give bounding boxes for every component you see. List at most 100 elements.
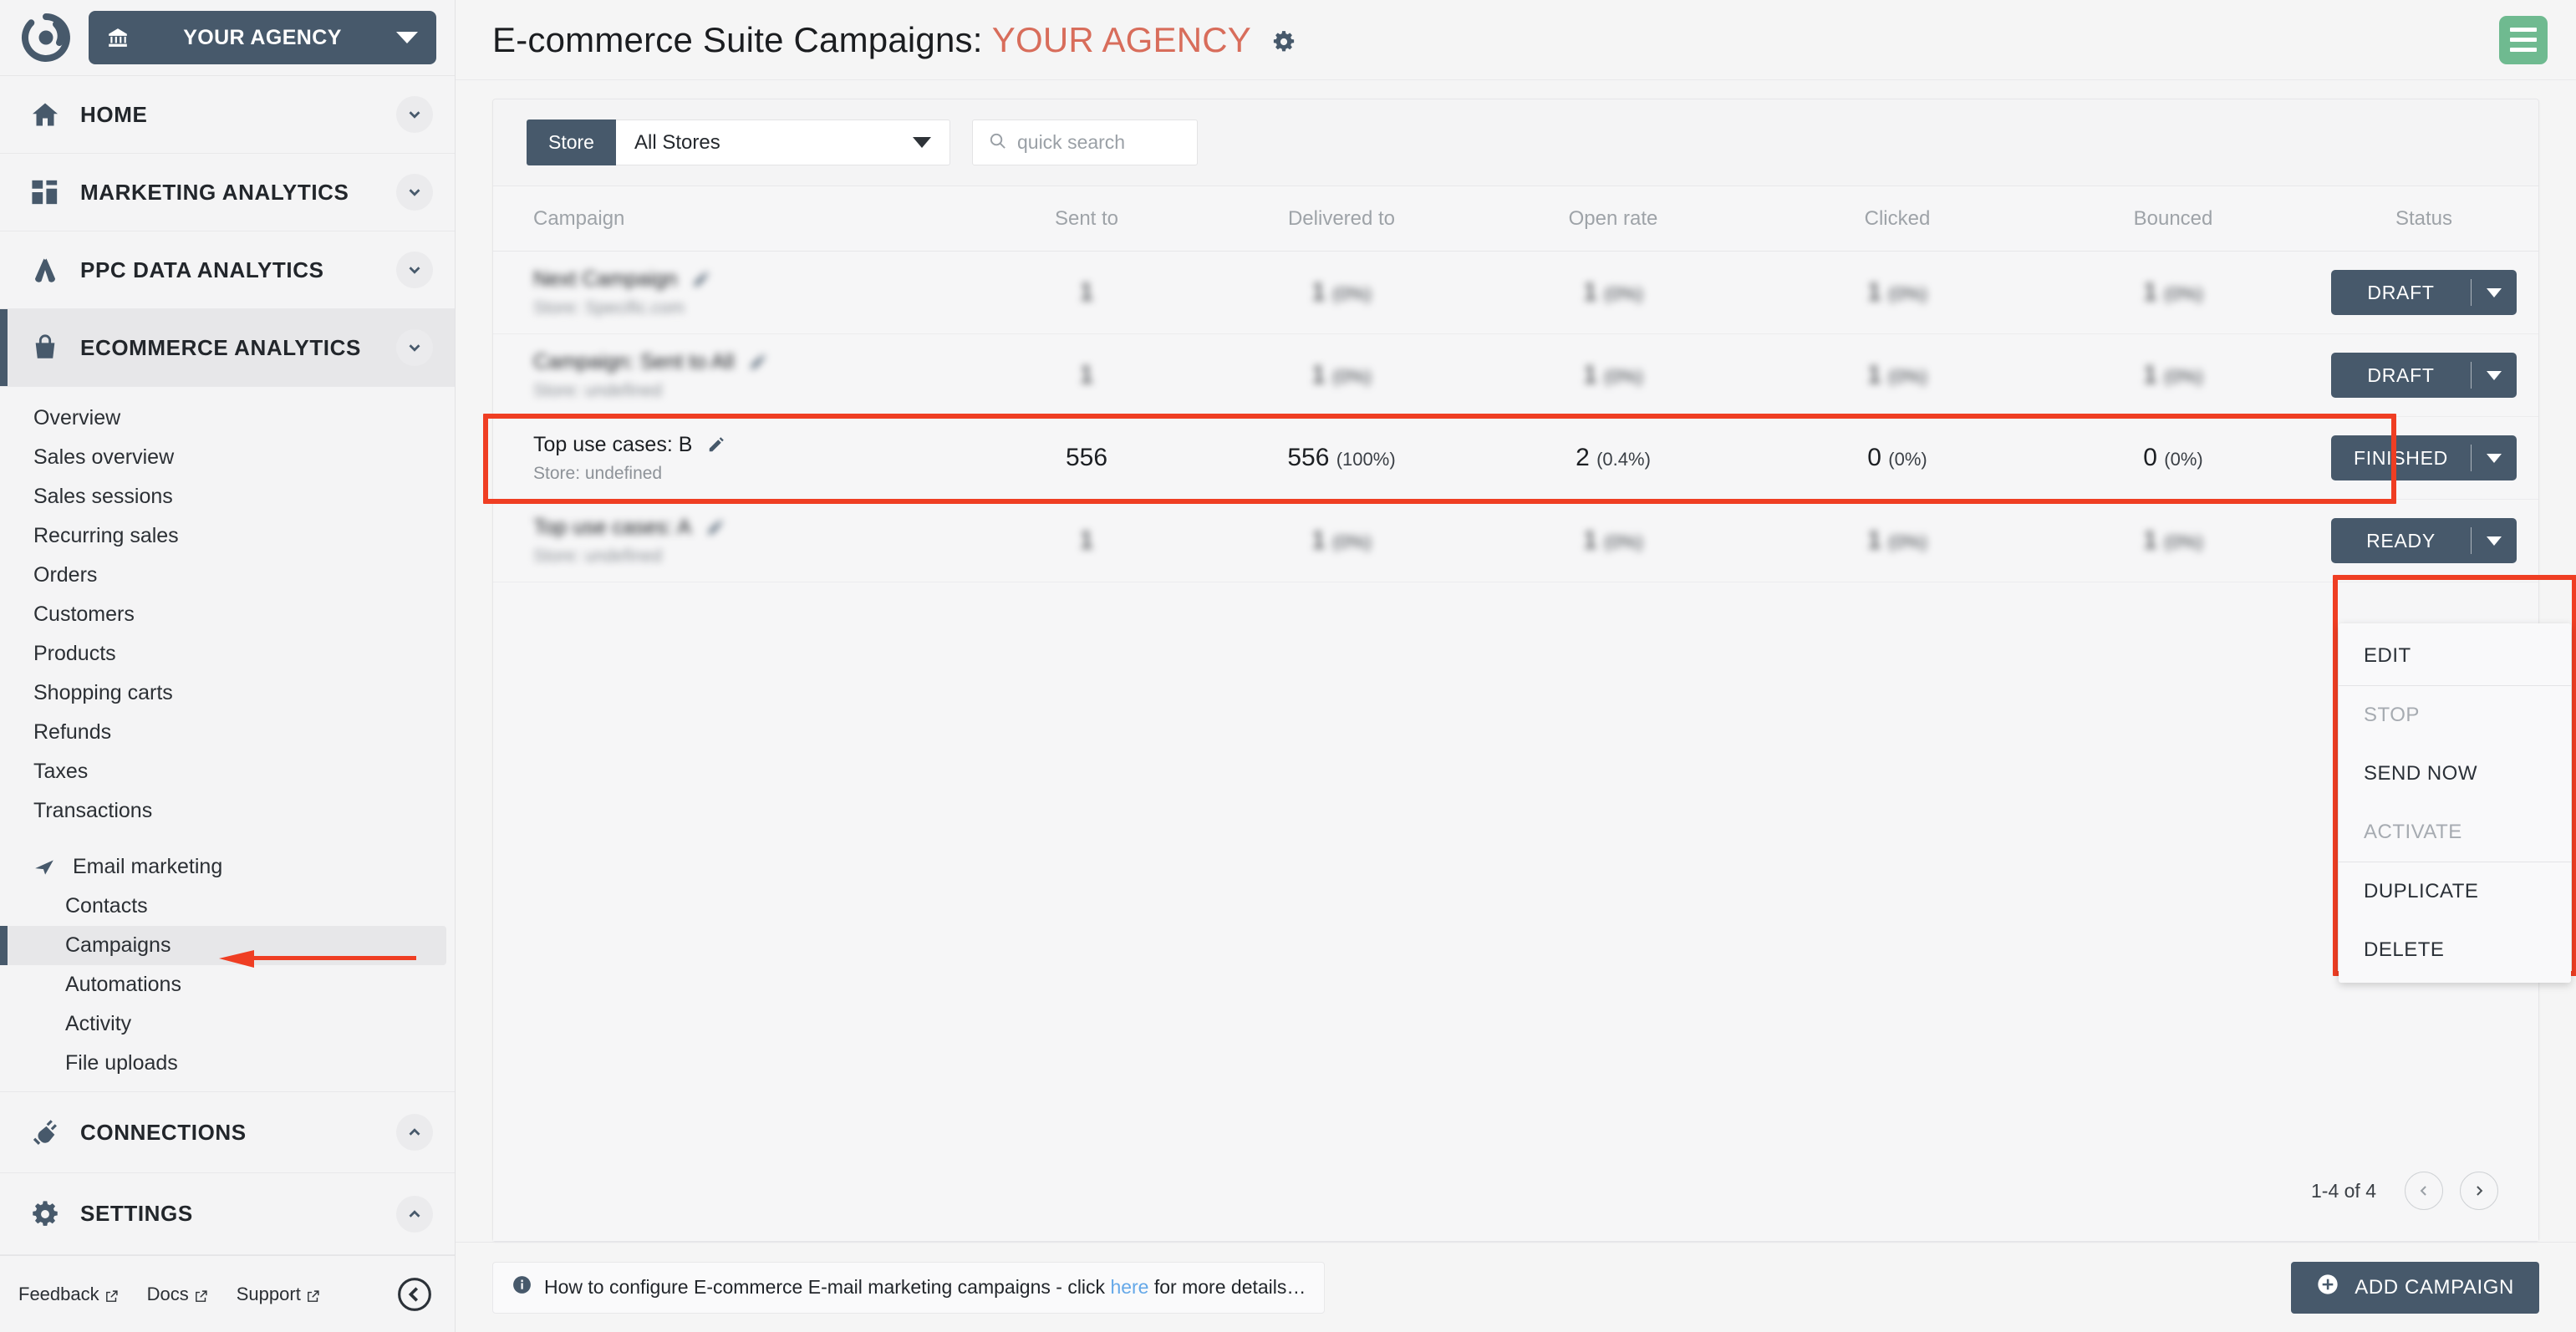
chevron-down-icon[interactable] (2472, 370, 2517, 380)
agency-selector[interactable]: YOUR AGENCY (89, 11, 436, 65)
sidebar-section-settings[interactable]: SETTINGS (0, 1173, 455, 1256)
sidebar-section-label: CONNECTIONS (80, 1119, 247, 1145)
chevron-down-icon[interactable] (396, 96, 433, 134)
open-count: 2 (1576, 444, 1590, 471)
dropdown-item-send-now[interactable]: SEND NOW (2339, 745, 2571, 803)
info-text-prefix: How to configure E-commerce E-mail marke… (544, 1276, 1111, 1298)
sidebar-item-campaigns[interactable]: Campaigns (0, 926, 446, 966)
sidebar-group-email-marketing[interactable]: Email marketing (0, 847, 455, 887)
open-percent: (0.4%) (1596, 449, 1651, 470)
pagination-range: 1-4 of 4 (2311, 1179, 2376, 1202)
sidebar-section-connections[interactable]: CONNECTIONS (0, 1091, 455, 1174)
search-input[interactable] (1016, 131, 1182, 154)
sidebar-item-activity[interactable]: Activity (0, 1004, 455, 1044)
external-link-icon (104, 1287, 119, 1302)
column-header-sent-to: Sent to (1054, 206, 1119, 230)
sidebar-item-contacts[interactable]: Contacts (0, 887, 455, 926)
chevron-down-icon[interactable] (2472, 287, 2517, 297)
clicked-value: 1 (0%) (1867, 526, 1927, 554)
sidebar-item-label: Customers (33, 602, 135, 627)
external-link-icon (194, 1287, 208, 1302)
sidebar-item-transactions[interactable]: Transactions (0, 791, 455, 831)
sent-to-value: 1 (1079, 526, 1094, 554)
hamburger-icon[interactable] (2499, 15, 2548, 64)
app-logo-icon[interactable] (18, 10, 74, 65)
sidebar-item-recurring-sales[interactable]: Recurring sales (0, 516, 455, 556)
chevron-up-icon[interactable] (396, 1195, 433, 1233)
sidebar-item-customers[interactable]: Customers (0, 595, 455, 634)
send-icon (33, 856, 56, 878)
search-box[interactable] (971, 119, 1198, 165)
bag-icon (28, 331, 62, 364)
chevron-down-icon[interactable] (2472, 453, 2517, 463)
delivered-to-value: 1 (0%) (1311, 526, 1372, 554)
sidebar-item-taxes[interactable]: Taxes (0, 752, 455, 791)
footer-link-support[interactable]: Support (237, 1284, 320, 1305)
collapse-left-icon[interactable] (396, 1276, 433, 1313)
sidebar-item-file-uploads[interactable]: File uploads (0, 1044, 455, 1083)
sidebar-item-orders[interactable]: Orders (0, 556, 455, 595)
chevron-down-icon[interactable] (2472, 536, 2517, 546)
status-button[interactable]: FINISHED (2331, 435, 2517, 480)
dropdown-item-duplicate[interactable]: DUPLICATE (2339, 862, 2571, 921)
page-title-agency: YOUR AGENCY (991, 19, 1251, 59)
add-campaign-button[interactable]: ADD CAMPAIGN (2291, 1261, 2539, 1314)
campaign-name: Top use cases: B (533, 433, 953, 457)
sidebar-section-ecommerce-analytics[interactable]: ECOMMERCE ANALYTICS (0, 309, 455, 388)
sidebar-item-sales-sessions[interactable]: Sales sessions (0, 477, 455, 516)
sidebar-section-home[interactable]: HOME (0, 76, 455, 155)
bounced-value: 1 (0%) (2143, 526, 2203, 554)
dropdown-item-edit[interactable]: EDIT (2339, 627, 2571, 685)
sidebar-item-products[interactable]: Products (0, 634, 455, 674)
sidebar-item-label: Activity (65, 1012, 132, 1036)
bounced-count: 0 (2143, 444, 2157, 471)
ads-icon (28, 253, 62, 287)
pencil-icon[interactable] (706, 518, 725, 536)
sidebar-item-overview[interactable]: Overview (0, 399, 455, 438)
search-icon (988, 131, 1007, 155)
sidebar-item-label: Contacts (65, 894, 148, 918)
chevron-down-icon[interactable] (396, 329, 433, 367)
top-bar: E-commerce Suite Campaigns: YOUR AGENCY (456, 0, 2576, 80)
column-header-open-rate: Open rate (1568, 206, 1658, 230)
status-button[interactable]: DRAFT (2331, 270, 2517, 315)
chevron-down-icon[interactable] (396, 252, 433, 289)
pencil-icon[interactable] (749, 353, 767, 371)
sidebar-item-refunds[interactable]: Refunds (0, 713, 455, 752)
sidebar-section-label: MARKETING ANALYTICS (80, 179, 349, 205)
store-filter[interactable]: Store All Stores (527, 119, 950, 165)
sidebar-item-sales-overview[interactable]: Sales overview (0, 438, 455, 477)
table-row[interactable]: Campaign: Sent to All Store: undefined 1… (493, 334, 2538, 417)
info-link-here[interactable]: here (1110, 1276, 1148, 1298)
campaign-store: Store: undefined (533, 380, 663, 400)
chevron-left-icon[interactable] (2405, 1172, 2443, 1210)
campaign-name: Campaign: Sent to All (533, 350, 953, 374)
table-row[interactable]: Top use cases: A Store: undefined 1 1 (0… (493, 500, 2538, 582)
status-cell: DRAFT (2307, 270, 2541, 315)
table-row[interactable]: Next Campaign Store: Specific.com 1 1 (0… (493, 252, 2538, 334)
chevron-down-icon[interactable] (396, 174, 433, 211)
pencil-icon[interactable] (692, 270, 710, 288)
sidebar-section-ppc-data-analytics[interactable]: PPC DATA ANALYTICS (0, 231, 455, 310)
store-select[interactable]: All Stores (615, 119, 950, 165)
pencil-icon[interactable] (707, 435, 725, 454)
hamburger-bar (2510, 48, 2537, 52)
footer-link-docs[interactable]: Docs (147, 1284, 208, 1305)
chevron-up-icon[interactable] (396, 1114, 433, 1152)
table-row[interactable]: Top use cases: B Store: undefined 556 55… (483, 414, 2538, 504)
sidebar-section-marketing-analytics[interactable]: MARKETING ANALYTICS (0, 154, 455, 232)
chevron-right-icon[interactable] (2460, 1172, 2498, 1210)
status-dropdown-menu[interactable]: EDIT STOP SEND NOW ACTIVATE DUPLICATE DE… (2339, 623, 2571, 983)
status-button[interactable]: DRAFT (2331, 353, 2517, 398)
footer-link-label: Feedback (18, 1283, 99, 1304)
sidebar-item-automations[interactable]: Automations (0, 965, 455, 1004)
footer-link-feedback[interactable]: Feedback (18, 1284, 119, 1305)
plug-icon (28, 1116, 62, 1149)
dropdown-item-delete[interactable]: DELETE (2339, 921, 2571, 979)
sidebar-item-label: Products (33, 642, 116, 666)
delivered-to-value: 1 (0%) (1311, 278, 1372, 306)
sidebar-item-shopping-carts[interactable]: Shopping carts (0, 674, 455, 713)
gear-icon[interactable] (1272, 22, 1296, 51)
campaign-cell: Next Campaign Store: Specific.com (493, 267, 961, 318)
status-button[interactable]: READY (2331, 518, 2517, 563)
